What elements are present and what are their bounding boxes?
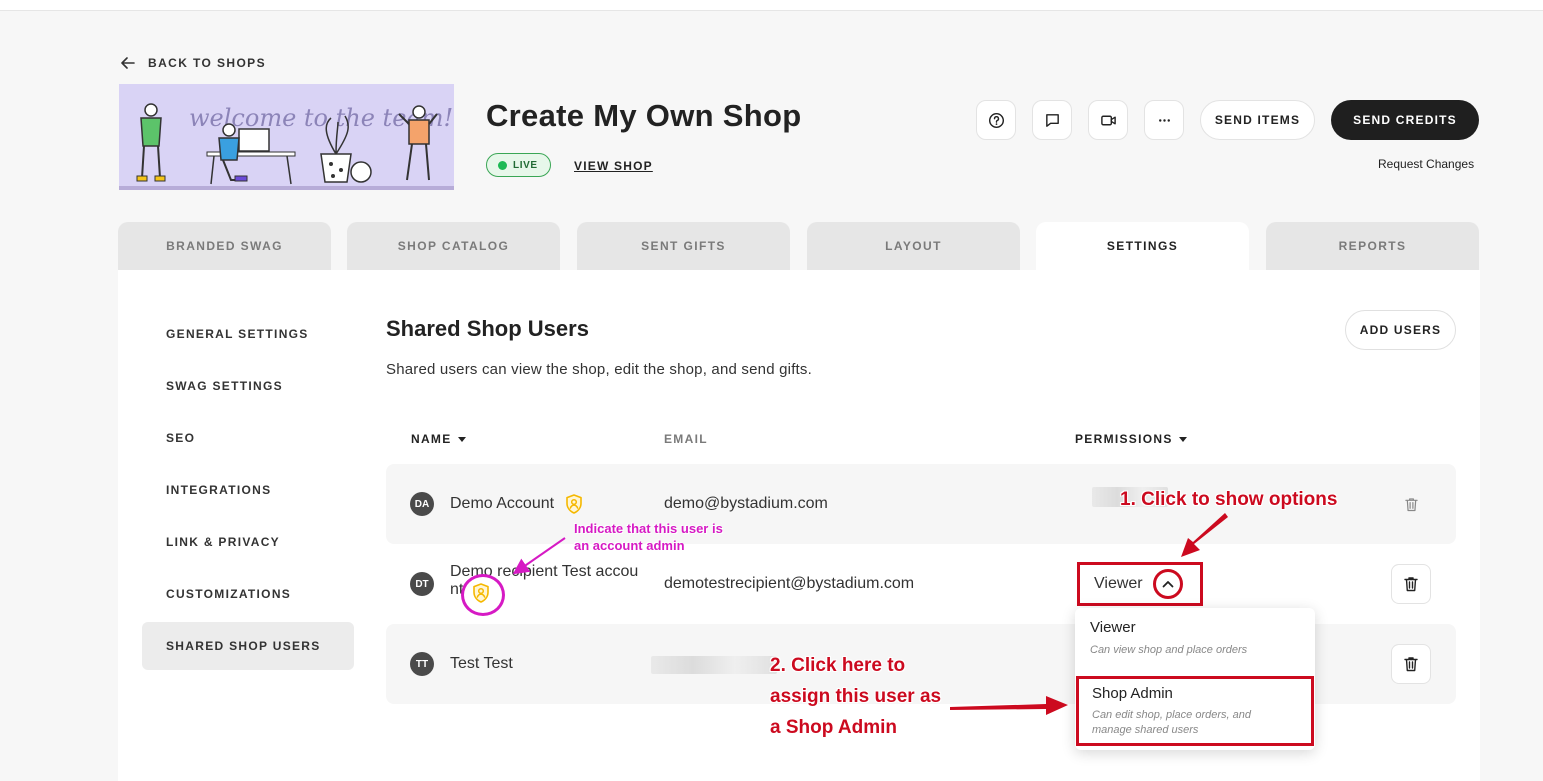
annotation-arrows: [512, 513, 1228, 715]
step2-arrow: [950, 696, 1068, 715]
step1-arrow: [1181, 513, 1228, 557]
admin-note-arrow: [512, 537, 566, 575]
